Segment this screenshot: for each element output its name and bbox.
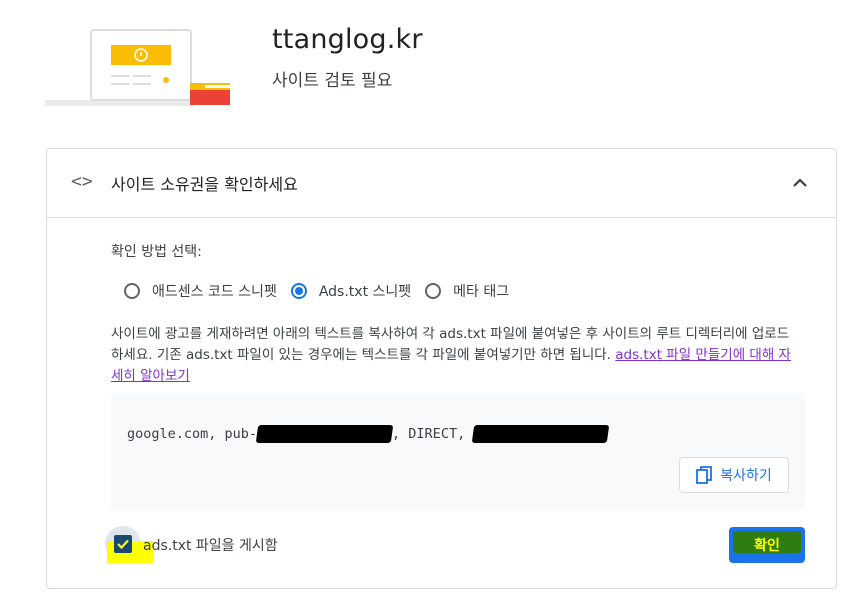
- method-label: 확인 방법 선택:: [111, 244, 202, 260]
- snippet-middle: , DIRECT,: [392, 426, 474, 442]
- radio-button[interactable]: [425, 283, 442, 299]
- card-header[interactable]: <> 사이트 소유권을 확인하세요: [47, 149, 836, 218]
- copy-icon: [696, 466, 713, 484]
- verify-ownership-card: <> 사이트 소유권을 확인하세요 확인 방법 선택: 애드센스 코드 스니펫 …: [46, 148, 837, 589]
- site-domain: ttanglog.kr: [272, 24, 423, 55]
- site-status: 사이트 검토 필요: [272, 71, 393, 91]
- radio-label: 애드센스 코드 스니펫: [152, 284, 277, 300]
- radio-button[interactable]: [290, 283, 307, 299]
- confirm-button[interactable]: 확인: [729, 527, 805, 563]
- radio-label: 메타 태그: [453, 284, 510, 300]
- method-radio-group: 애드센스 코드 스니펫 Ads.txt 스니펫 메타 태그: [124, 281, 523, 301]
- chevron-up-icon[interactable]: [790, 173, 810, 193]
- description: 사이트에 광고를 게재하려면 아래의 텍스트를 복사하여 각 ads.txt 파…: [111, 324, 791, 387]
- radio-button[interactable]: [124, 283, 140, 299]
- radio-ads-txt-snippet[interactable]: Ads.txt 스니펫: [290, 281, 412, 301]
- published-checkbox[interactable]: [114, 535, 132, 553]
- redacted-publisher-id: [255, 425, 394, 443]
- radio-meta-tag[interactable]: 메타 태그: [425, 281, 509, 301]
- copy-label: 복사하기: [720, 468, 772, 484]
- radio-adsense-snippet[interactable]: 애드센스 코드 스니펫: [124, 281, 277, 301]
- snippet-box: google.com, pub- , DIRECT, 복사하기: [111, 393, 805, 510]
- code-brackets-icon: <>: [71, 171, 93, 192]
- radio-label: Ads.txt 스니펫: [318, 284, 412, 300]
- redacted-cert-id: [472, 425, 610, 443]
- copy-button[interactable]: 복사하기: [679, 457, 789, 493]
- checkbox-label: ads.txt 파일을 게시함: [143, 538, 278, 554]
- snippet-prefix: google.com, pub-: [127, 426, 258, 442]
- card-title: 사이트 소유권을 확인하세요: [111, 175, 298, 194]
- ads-txt-snippet: google.com, pub- , DIRECT,: [127, 425, 610, 443]
- site-illustration: [45, 28, 235, 110]
- confirm-label: 확인: [754, 538, 780, 554]
